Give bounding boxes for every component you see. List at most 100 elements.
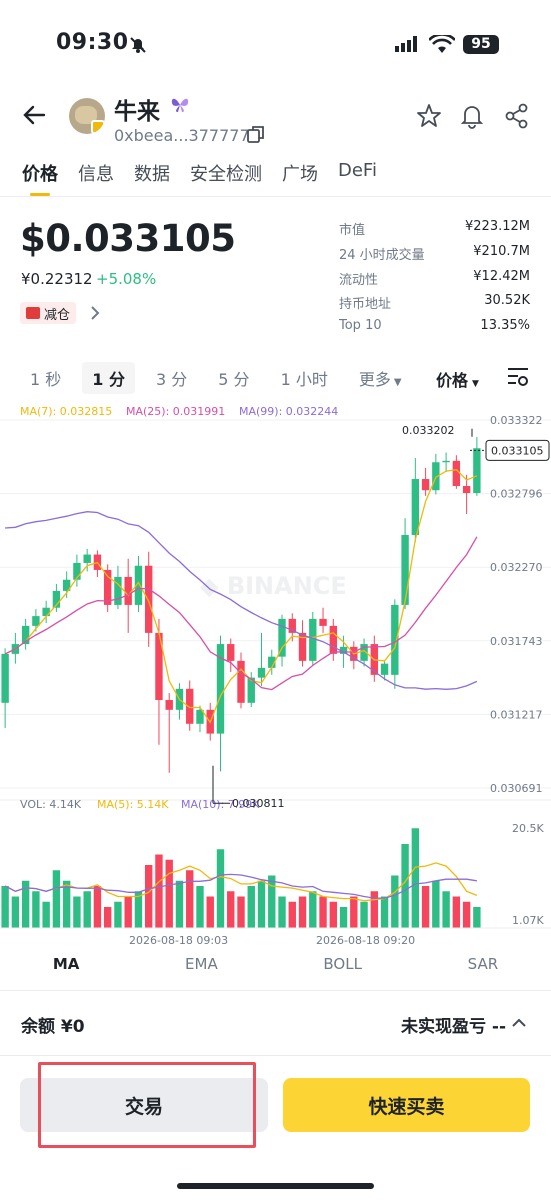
interval-1h[interactable]: 1 小时: [271, 362, 338, 394]
volume-bar: [257, 880, 266, 928]
tab-square[interactable]: 广场: [282, 160, 318, 196]
volume-bar: [452, 896, 461, 928]
current-price-label: 0.033105: [491, 444, 544, 457]
indicator-sar[interactable]: SAR: [468, 955, 498, 973]
stat-label-volume: 24 小时成交量: [339, 248, 425, 263]
volume-bar: [401, 844, 409, 928]
interval-5m[interactable]: 5 分: [208, 362, 259, 394]
unrealized-pnl: 未实现盈亏 --: [400, 1017, 506, 1037]
volume-bar: [62, 880, 71, 928]
volume-bar: [216, 849, 225, 928]
star-icon[interactable]: [416, 103, 442, 129]
vol-ma5-legend: MA(5): 5.14K: [97, 798, 169, 811]
tab-data[interactable]: 数据: [134, 160, 170, 196]
chevron-up-icon[interactable]: [510, 1015, 528, 1031]
quick-trade-button[interactable]: 快速买卖: [283, 1078, 530, 1132]
token-address: 0xbeea...377777: [114, 126, 250, 145]
candle-body: [237, 660, 245, 703]
volume-bar: [380, 896, 389, 928]
bell-icon[interactable]: [459, 103, 485, 129]
volume-bar: [370, 891, 379, 928]
stat-label-mcap: 市值: [339, 223, 366, 238]
volume-bar: [103, 907, 112, 928]
volume-bar: [73, 896, 81, 928]
candle-body: [42, 607, 50, 617]
volume-bar: [278, 896, 286, 928]
candle-body: [319, 618, 327, 626]
volume-bar: [329, 901, 337, 928]
stat-value-holders: 30.52K: [484, 293, 530, 308]
volume-bar: [42, 901, 50, 928]
vol-tick-label: 20.5K: [512, 822, 544, 835]
volume-bar: [93, 886, 102, 928]
interval-1s[interactable]: 1 秒: [20, 362, 71, 394]
volume-bar: [83, 891, 91, 928]
stat-value-volume: ¥210.7M: [473, 244, 530, 259]
copy-icon[interactable]: [246, 124, 266, 144]
share-icon[interactable]: [504, 103, 530, 129]
tabs-divider: [0, 196, 551, 197]
candle-body: [145, 565, 153, 633]
time-label: 2026-08-18 09:20: [316, 934, 415, 947]
candle-body: [227, 644, 235, 661]
volume-bar: [124, 896, 132, 928]
reduce-position-badge[interactable]: 减仓: [20, 302, 77, 324]
volume-bar: [237, 896, 245, 928]
interval-3m[interactable]: 3 分: [146, 362, 197, 394]
candle-body: [165, 700, 173, 710]
candle-body: [442, 460, 450, 463]
vol-tick-label: 1.07K: [512, 914, 544, 927]
price-tick-label: 0.033322: [490, 414, 543, 427]
candle-body: [103, 569, 112, 605]
chevron-right-icon[interactable]: [88, 304, 102, 322]
volume-bar: [411, 828, 420, 928]
volume-bar: [473, 907, 481, 928]
candle-body: [401, 534, 409, 605]
candle-body: [473, 448, 481, 494]
candlestick-chart[interactable]: 0.033322 0.032796 0.032270 0.031743 0.031217…: [0, 398, 551, 950]
tab-info[interactable]: 信息: [78, 160, 114, 196]
volume-bar: [298, 896, 307, 928]
price-cny: ¥0.22312: [21, 270, 93, 288]
price-type-label: 价格: [436, 371, 469, 390]
ma25-legend: MA(25): 0.031991: [126, 405, 225, 418]
price-usd: $0.033105: [20, 217, 236, 260]
stat-label-liquidity: 流动性: [339, 273, 379, 288]
volume-bar: [155, 854, 163, 928]
tab-defi[interactable]: DeFi: [338, 160, 377, 196]
tab-security[interactable]: 安全检测: [190, 160, 262, 196]
volume-bar: [11, 896, 20, 928]
volume-bar: [421, 886, 430, 928]
tab-price[interactable]: 价格: [22, 160, 58, 196]
interval-more[interactable]: 更多 ▼: [349, 362, 412, 394]
indicator-ma[interactable]: MA: [53, 955, 80, 973]
token-avatar: [69, 98, 105, 134]
interval-1m[interactable]: 1 分: [82, 362, 135, 394]
candle-body: [124, 576, 132, 605]
indicator-tabs: MA EMA BOLL SAR: [0, 955, 551, 973]
volume-bar: [391, 875, 399, 928]
main-tabs: 价格 信息 数据 安全检测 广场 DeFi: [22, 160, 397, 196]
volume-bar: [462, 901, 471, 928]
wifi-icon: [429, 35, 455, 53]
price-tick-label: 0.030691: [490, 782, 543, 795]
candle-body: [380, 663, 389, 675]
volume-bar: [268, 875, 276, 928]
candle-body: [309, 618, 317, 661]
home-indicator: [177, 1183, 374, 1189]
volume-bar: [360, 901, 368, 928]
chart-settings-icon[interactable]: [506, 366, 530, 388]
price-type-dropdown[interactable]: 价格 ▼: [436, 367, 479, 391]
indicator-boll[interactable]: BOLL: [323, 955, 362, 973]
volume-bar: [1, 886, 9, 928]
candle-body: [278, 618, 286, 657]
candle-body: [32, 616, 40, 626]
candle-body: [462, 486, 471, 494]
volume-bar: [227, 891, 235, 928]
price-change: +5.08%: [96, 270, 157, 288]
reduce-icon: [26, 307, 40, 319]
indicator-ema[interactable]: EMA: [185, 955, 218, 973]
reduce-label: 减仓: [44, 307, 71, 323]
volume-bar: [32, 891, 40, 928]
back-arrow-icon[interactable]: [22, 104, 46, 126]
